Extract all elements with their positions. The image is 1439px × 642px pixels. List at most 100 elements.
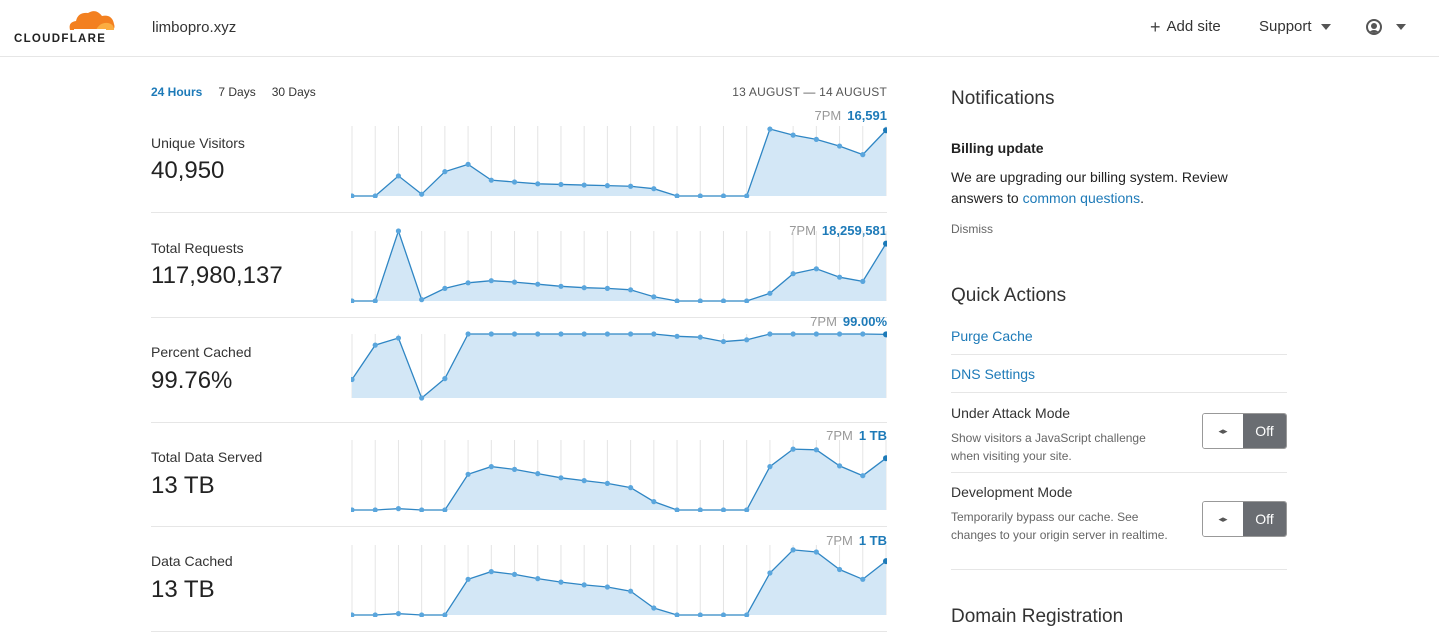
data-point[interactable]: [604, 285, 610, 291]
data-point[interactable]: [836, 274, 843, 280]
under-attack-toggle[interactable]: ◂▸ Off: [1202, 413, 1287, 449]
data-point[interactable]: [442, 285, 448, 291]
data-point[interactable]: [860, 331, 866, 337]
data-point[interactable]: [442, 169, 448, 175]
tab-30-days[interactable]: 30 Days: [272, 85, 316, 99]
data-point[interactable]: [674, 333, 680, 339]
data-point[interactable]: [744, 337, 750, 343]
data-point[interactable]: [511, 279, 518, 285]
common-questions-link[interactable]: common questions: [1023, 190, 1141, 206]
data-point[interactable]: [558, 181, 564, 188]
data-point[interactable]: [442, 376, 448, 382]
zone-name[interactable]: limbopro.xyz: [152, 19, 236, 36]
tab-24-hours[interactable]: 24 Hours: [151, 85, 202, 99]
data-point[interactable]: [581, 285, 587, 291]
data-point[interactable]: [581, 582, 587, 588]
data-point[interactable]: [488, 464, 494, 470]
cloudflare-logo[interactable]: CLOUDFLARE: [14, 8, 118, 48]
data-point[interactable]: [511, 331, 518, 337]
data-point[interactable]: [767, 331, 773, 337]
data-point[interactable]: [651, 186, 657, 192]
data-point[interactable]: [651, 331, 657, 337]
data-point[interactable]: [836, 143, 843, 149]
data-point[interactable]: [628, 588, 634, 594]
data-point[interactable]: [697, 507, 703, 512]
data-point[interactable]: [535, 471, 541, 477]
data-point[interactable]: [395, 506, 402, 512]
data-point[interactable]: [651, 605, 657, 611]
data-point[interactable]: [720, 298, 727, 303]
data-point[interactable]: [604, 331, 610, 337]
data-point[interactable]: [511, 466, 518, 472]
data-point[interactable]: [860, 576, 866, 582]
development-mode-toggle[interactable]: ◂▸ Off: [1202, 501, 1287, 537]
data-point[interactable]: [790, 547, 796, 553]
total-requests-sparkline[interactable]: [351, 227, 887, 303]
data-point[interactable]: [628, 331, 634, 337]
data-point[interactable]: [351, 298, 355, 303]
data-point[interactable]: [419, 297, 425, 303]
data-point[interactable]: [372, 507, 378, 512]
data-point[interactable]: [813, 266, 819, 272]
percent-cached-sparkline[interactable]: [351, 318, 887, 406]
data-point[interactable]: [674, 298, 680, 303]
data-point[interactable]: [419, 612, 425, 617]
data-point[interactable]: [767, 464, 773, 470]
data-point[interactable]: [836, 566, 843, 573]
data-point[interactable]: [720, 612, 727, 617]
data-point[interactable]: [720, 507, 727, 512]
data-point[interactable]: [535, 576, 541, 582]
data-point[interactable]: [813, 549, 819, 555]
data-point[interactable]: [465, 471, 471, 477]
data-point[interactable]: [558, 283, 564, 289]
data-point[interactable]: [790, 132, 796, 138]
data-point[interactable]: [767, 290, 773, 296]
data-point[interactable]: [860, 278, 866, 284]
data-point[interactable]: [558, 475, 564, 481]
data-point[interactable]: [395, 611, 402, 617]
user-menu[interactable]: [1366, 19, 1406, 35]
data-point[interactable]: [372, 612, 378, 617]
purge-cache-link[interactable]: Purge Cache: [951, 328, 1033, 344]
data-point[interactable]: [604, 183, 610, 189]
data-point[interactable]: [395, 335, 402, 341]
data-point[interactable]: [674, 507, 680, 512]
data-point[interactable]: [767, 126, 773, 132]
data-point[interactable]: [465, 280, 471, 286]
data-point[interactable]: [813, 136, 819, 142]
data-point[interactable]: [351, 507, 355, 512]
data-point[interactable]: [535, 331, 541, 337]
data-point[interactable]: [813, 447, 819, 453]
data-point[interactable]: [372, 342, 378, 348]
data-point[interactable]: [395, 173, 402, 179]
support-menu[interactable]: Support: [1259, 18, 1331, 35]
data-point[interactable]: [488, 177, 494, 183]
data-point[interactable]: [697, 193, 703, 198]
data-point[interactable]: [511, 571, 518, 577]
data-point[interactable]: [558, 579, 564, 585]
total-data-served-sparkline[interactable]: [351, 436, 887, 512]
data-point[interactable]: [790, 331, 796, 337]
data-point[interactable]: [581, 182, 587, 188]
data-point[interactable]: [465, 331, 471, 337]
data-point[interactable]: [395, 228, 402, 234]
data-point[interactable]: [697, 298, 703, 303]
data-point[interactable]: [813, 331, 819, 337]
data-point[interactable]: [883, 240, 887, 247]
data-point[interactable]: [465, 576, 471, 582]
data-point[interactable]: [697, 612, 703, 617]
data-cached-sparkline[interactable]: [351, 541, 887, 617]
data-point[interactable]: [351, 612, 355, 617]
data-point[interactable]: [836, 331, 843, 337]
data-point[interactable]: [767, 570, 773, 576]
data-point[interactable]: [697, 334, 703, 340]
data-point[interactable]: [351, 193, 355, 198]
data-point[interactable]: [720, 193, 727, 198]
data-point[interactable]: [790, 271, 796, 277]
data-point[interactable]: [604, 584, 610, 590]
data-point[interactable]: [581, 478, 587, 484]
data-point[interactable]: [419, 395, 425, 401]
data-point[interactable]: [628, 287, 634, 293]
data-point[interactable]: [488, 278, 494, 284]
data-point[interactable]: [860, 473, 866, 479]
